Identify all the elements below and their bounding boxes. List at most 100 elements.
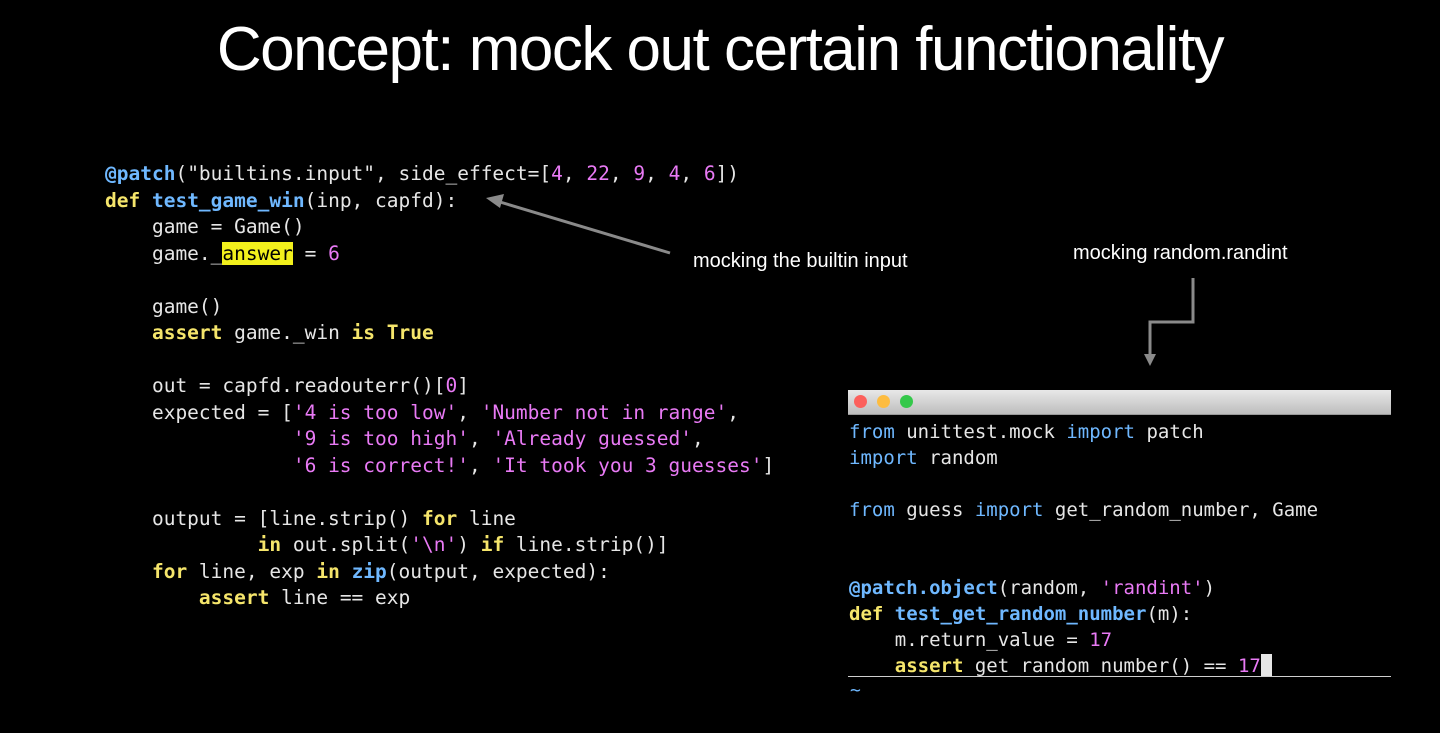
code-token: (random,	[997, 577, 1101, 599]
code-token: get_random_number() ==	[963, 655, 1238, 677]
terminal-title-bar	[848, 390, 1391, 415]
code-token: answer	[222, 241, 293, 265]
code-token: 4	[551, 162, 563, 185]
terminal-code-line: from unittest.mock import patch	[849, 419, 1318, 445]
code-token: def	[105, 188, 152, 212]
code-token: if	[480, 533, 505, 556]
code-token: out = capfd.readouterr()[	[105, 374, 446, 397]
terminal-code-line: from guess import get_random_number, Gam…	[849, 497, 1318, 523]
code-token: import	[974, 499, 1044, 521]
code-token: )	[457, 533, 481, 556]
code-token: 0	[445, 374, 458, 397]
code-line: assert game._win is True	[105, 320, 774, 347]
code-line: in out.split('\n') if line.strip()]	[105, 532, 774, 559]
slide-title: Concept: mock out certain functionality	[216, 15, 1225, 84]
code-token: (inp, capfd):	[304, 188, 458, 212]
code-token: ]	[457, 374, 469, 397]
code-token: 'Already guessed'	[492, 427, 693, 450]
code-token: assert	[105, 321, 223, 344]
code-token: random	[917, 447, 998, 469]
code-token: '4 is too low'	[292, 400, 458, 424]
vim-empty-line-tilde: ~	[850, 680, 861, 701]
code-token: )	[1203, 577, 1216, 599]
terminal-code-line: m.return_value = 17	[849, 627, 1318, 653]
code-token: import	[849, 447, 918, 469]
code-line: expected = ['4 is too low', 'Number not …	[105, 400, 774, 427]
code-token: ,	[468, 453, 493, 477]
code-line: '6 is correct!', 'It took you 3 guesses'…	[105, 453, 774, 480]
code-token: line.strip()]	[504, 533, 669, 556]
code-token: in	[105, 533, 282, 556]
code-token: 6	[703, 162, 716, 185]
terminal-window: from unittest.mock import patch import ra…	[848, 390, 1391, 678]
close-button[interactable]	[854, 395, 867, 408]
code-token: game._win	[222, 321, 352, 344]
code-token: expected = [	[105, 400, 293, 424]
code-token: (m):	[1146, 603, 1193, 625]
code-token: get_random_number, Game	[1043, 499, 1319, 521]
code-token: ,	[609, 162, 634, 185]
zoom-button[interactable]	[900, 395, 913, 408]
code-token: 'randint'	[1100, 577, 1204, 599]
code-token: ])	[715, 162, 740, 185]
code-token: =	[292, 241, 329, 265]
status-line-divider	[848, 676, 1391, 677]
code-token: for	[105, 559, 188, 583]
code-token: '9 is too high'	[292, 427, 469, 450]
code-token: ]	[762, 453, 775, 477]
code-line: @patch("builtins.input", side_effect=[4,…	[105, 161, 774, 188]
code-token: 9	[633, 162, 646, 185]
code-token: (output, expected):	[386, 559, 610, 583]
code-token: game()	[105, 294, 223, 318]
code-token: test_game_win	[151, 188, 305, 212]
annotation-mock-randint: mocking random.randint	[1073, 242, 1288, 264]
code-token: line == exp	[269, 586, 411, 609]
code-token: guess	[894, 499, 975, 521]
code-token: 17	[1089, 629, 1113, 651]
code-line: '9 is too high', 'Already guessed',	[105, 426, 774, 453]
code-token: ,	[562, 162, 587, 185]
code-token: m.return_value =	[849, 629, 1090, 651]
code-token: ,	[645, 162, 669, 185]
text-cursor	[1260, 654, 1272, 676]
terminal-code-line: @patch.object(random, 'randint')	[849, 575, 1318, 601]
code-line: for line, exp in zip(output, expected):	[105, 559, 774, 586]
terminal-code-line: import random	[849, 445, 1318, 471]
code-token: patch	[1135, 421, 1204, 443]
minimize-button[interactable]	[877, 395, 890, 408]
code-token: import	[1066, 421, 1135, 443]
code-token: ,	[680, 162, 704, 185]
code-line: game()	[105, 294, 774, 321]
terminal-code: from unittest.mock import patch import ra…	[849, 419, 1318, 679]
code-token: def	[849, 603, 895, 625]
code-token: ("builtins.input", side_effect=[	[175, 162, 552, 185]
code-token: unittest.mock	[894, 421, 1067, 443]
code-token: output = [line.strip()	[105, 506, 422, 530]
code-token: out.split(	[281, 533, 411, 556]
code-token: zip	[351, 559, 387, 583]
terminal-code-line	[849, 471, 1318, 497]
code-token: ,	[727, 400, 739, 424]
code-token: game._	[105, 241, 223, 265]
code-token: @patch.object	[849, 577, 998, 599]
code-line: out = capfd.readouterr()[0]	[105, 373, 774, 400]
code-token: ,	[457, 400, 481, 424]
code-token: 'Number not in range'	[480, 400, 728, 424]
code-token: 6	[328, 241, 340, 265]
code-token: is True	[351, 321, 434, 344]
code-token: line, exp	[187, 559, 317, 583]
code-token: line	[457, 506, 516, 530]
annotation-mock-input: mocking the builtin input	[693, 250, 908, 272]
code-token: '6 is correct!'	[292, 453, 469, 477]
code-token: in	[316, 559, 340, 583]
arrow-to-input-mock	[486, 194, 671, 255]
code-line: assert line == exp	[105, 585, 774, 612]
code-line: output = [line.strip() for line	[105, 506, 774, 533]
terminal-code-line: def test_get_random_number(m):	[849, 601, 1318, 627]
code-token: game = Game()	[105, 215, 305, 238]
